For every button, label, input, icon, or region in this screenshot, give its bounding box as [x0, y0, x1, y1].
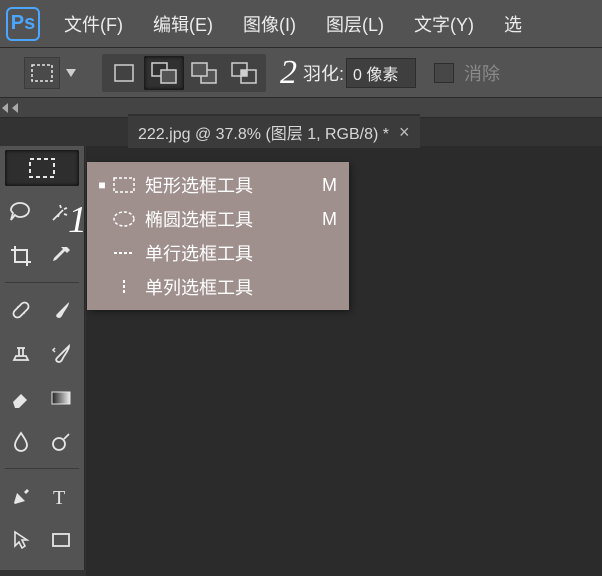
tool-separator [5, 468, 79, 474]
marquee-rect-icon [109, 177, 139, 193]
flyout-item-col-marquee[interactable]: 单列选框工具 [87, 270, 349, 304]
marquee-rect-icon [31, 64, 53, 82]
flyout-label: 椭圆选框工具 [139, 206, 315, 232]
mode-intersect-icon [231, 62, 257, 84]
brush-icon [49, 298, 73, 322]
tool-eraser[interactable] [3, 380, 39, 416]
blur-icon [9, 430, 33, 454]
path-select-icon [9, 528, 33, 552]
annotation-2: 2 [280, 54, 297, 92]
flyout-item-row-marquee[interactable]: 单行选框工具 [87, 236, 349, 270]
type-icon: T [49, 484, 73, 508]
gradient-icon [49, 386, 73, 410]
marquee-ellipse-icon [109, 211, 139, 227]
tool-brush[interactable] [43, 292, 79, 328]
lasso-icon [8, 200, 34, 224]
antialias-label: 消除 [464, 60, 500, 86]
tool-eyedropper[interactable] [43, 238, 79, 274]
feather-input[interactable] [346, 58, 416, 88]
healing-icon [9, 298, 33, 322]
marquee-row-icon [109, 245, 139, 261]
mode-new-button[interactable] [104, 56, 144, 90]
tool-dodge[interactable] [43, 424, 79, 460]
dodge-icon [49, 430, 73, 454]
tool-history-brush[interactable] [43, 336, 79, 372]
crop-icon [9, 244, 33, 268]
mode-add-button[interactable] [144, 56, 184, 90]
mode-subtract-icon [191, 62, 217, 84]
history-brush-icon [49, 342, 73, 366]
tool-healing[interactable] [3, 292, 39, 328]
flyout-item-ellipse-marquee[interactable]: 椭圆选框工具 M [87, 202, 349, 236]
tool-preset-chevron[interactable] [64, 57, 78, 89]
marquee-rect-icon [29, 158, 55, 178]
tool-separator [5, 282, 79, 288]
rectangle-shape-icon [49, 528, 73, 552]
menu-type[interactable]: 文字(Y) [414, 11, 474, 37]
tool-rectangle[interactable] [43, 522, 79, 558]
document-tab-title: 222.jpg @ 37.8% (图层 1, RGB/8) * [138, 120, 389, 144]
tool-blur[interactable] [3, 424, 39, 460]
menu-edit[interactable]: 编辑(E) [153, 11, 213, 37]
flyout-label: 单列选框工具 [139, 274, 315, 300]
options-bar: 2 羽化: 消除 [0, 48, 602, 98]
flyout-shortcut: M [315, 209, 337, 230]
annotation-1: 1 [68, 198, 87, 242]
current-tool-thumb[interactable] [24, 57, 60, 89]
flyout-shortcut: M [315, 175, 337, 196]
eyedropper-icon [49, 244, 73, 268]
flyout-bullet: ■ [95, 178, 109, 192]
menu-image[interactable]: 图像(I) [243, 11, 296, 37]
marquee-col-icon [109, 279, 139, 295]
clone-stamp-icon [9, 342, 33, 366]
flyout-label: 矩形选框工具 [139, 172, 315, 198]
feather-label: 羽化: [303, 60, 344, 86]
tool-crop[interactable] [3, 238, 39, 274]
tool-lasso[interactable] [3, 194, 39, 230]
pen-icon [9, 484, 33, 508]
app-logo: Ps [6, 7, 40, 41]
marquee-flyout: ■ 矩形选框工具 M 椭圆选框工具 M 单行选框工具 单列选框工具 [87, 162, 349, 310]
menubar: Ps 文件(F) 编辑(E) 图像(I) 图层(L) 文字(Y) 选 [0, 0, 602, 48]
mode-new-icon [113, 63, 135, 83]
tool-clone-stamp[interactable] [3, 336, 39, 372]
mode-add-icon [151, 62, 177, 84]
collapse-chevrons-icon [2, 103, 22, 113]
selection-mode-group [102, 54, 266, 92]
tab-close-button[interactable]: × [399, 122, 410, 143]
document-tabbar: 222.jpg @ 37.8% (图层 1, RGB/8) * × [128, 116, 420, 146]
flyout-label: 单行选框工具 [139, 240, 315, 266]
tool-marquee[interactable] [5, 150, 79, 186]
tool-path-select[interactable] [3, 522, 39, 558]
svg-text:T: T [53, 487, 65, 508]
mode-subtract-button[interactable] [184, 56, 224, 90]
eraser-icon [9, 386, 33, 410]
tool-type[interactable]: T [43, 478, 79, 514]
antialias-checkbox[interactable] [434, 63, 454, 83]
document-tab[interactable]: 222.jpg @ 37.8% (图层 1, RGB/8) * × [128, 114, 420, 148]
menu-select[interactable]: 选 [504, 11, 522, 37]
flyout-item-rect-marquee[interactable]: ■ 矩形选框工具 M [87, 168, 349, 202]
menu-file[interactable]: 文件(F) [64, 11, 123, 37]
tool-gradient[interactable] [43, 380, 79, 416]
menu-layer[interactable]: 图层(L) [326, 11, 384, 37]
tool-pen[interactable] [3, 478, 39, 514]
mode-intersect-button[interactable] [224, 56, 264, 90]
